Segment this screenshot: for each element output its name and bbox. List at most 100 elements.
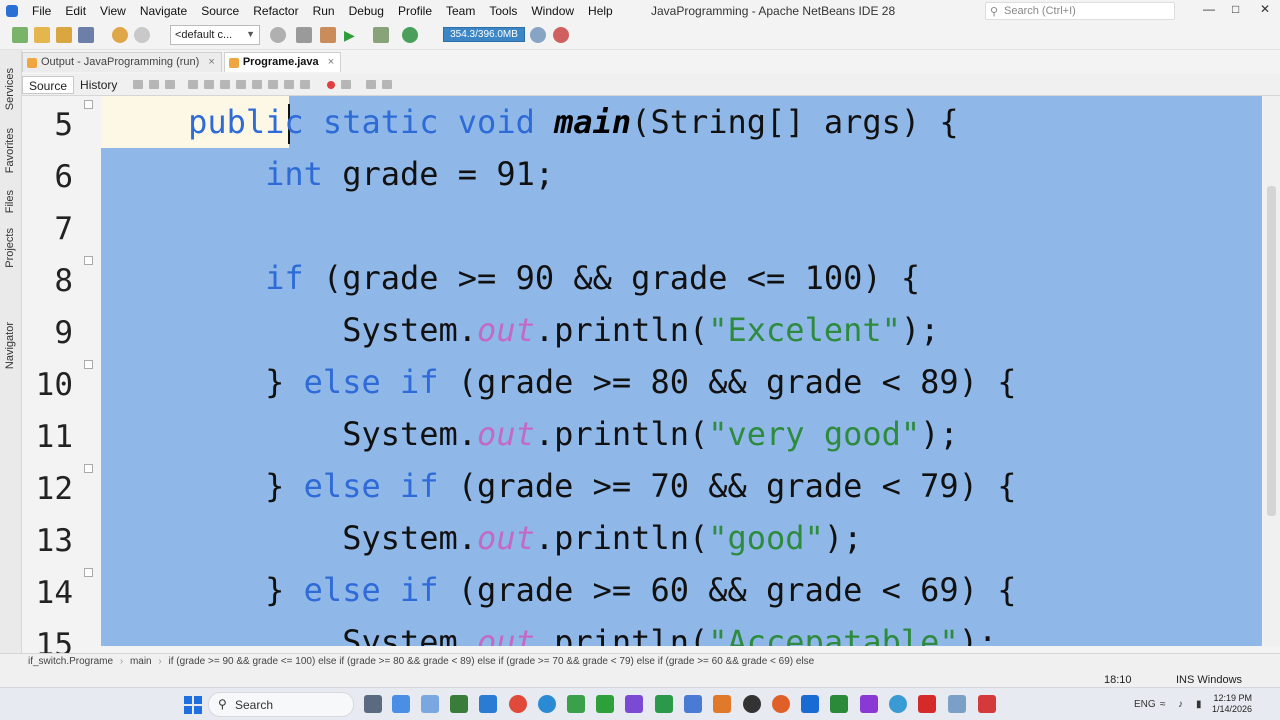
chrome-icon[interactable] xyxy=(509,695,527,713)
pycharm-icon[interactable] xyxy=(450,695,468,713)
back-icon[interactable] xyxy=(149,80,160,89)
menu-help[interactable]: Help xyxy=(582,4,621,18)
breadcrumb-method[interactable]: main xyxy=(130,656,152,667)
edge-icon[interactable] xyxy=(538,695,556,713)
run-icon[interactable]: ▶ xyxy=(344,27,360,43)
scrollbar-thumb[interactable] xyxy=(1267,186,1276,516)
fold-toggle-icon[interactable] xyxy=(84,568,93,577)
last-edit-icon[interactable] xyxy=(133,80,144,89)
wifi-icon[interactable]: ≈ xyxy=(1160,699,1166,710)
maximize-icon[interactable]: □ xyxy=(1232,2,1239,16)
profile-icon[interactable] xyxy=(402,27,418,43)
firefox-icon[interactable] xyxy=(772,695,790,713)
fold-toggle-icon[interactable] xyxy=(84,100,93,109)
undo-icon[interactable] xyxy=(112,27,128,43)
excel-icon[interactable] xyxy=(830,695,848,713)
close-icon[interactable]: × xyxy=(208,56,214,68)
comment-icon[interactable] xyxy=(366,80,377,89)
open-project-icon[interactable] xyxy=(56,27,72,43)
code-line[interactable]: System.out.println("good"); xyxy=(111,512,862,564)
acrobat-icon[interactable] xyxy=(918,695,936,713)
menu-navigate[interactable]: Navigate xyxy=(134,4,195,18)
code-line[interactable]: } else if (grade >= 60 && grade < 69) { xyxy=(111,564,1016,616)
volume-icon[interactable]: ♪ xyxy=(1178,699,1183,710)
code-line[interactable]: } else if (grade >= 70 && grade < 79) { xyxy=(111,460,1016,512)
app-icon[interactable] xyxy=(889,695,907,713)
source-tab-button[interactable]: Source xyxy=(22,75,75,94)
vscode-icon[interactable] xyxy=(479,695,497,713)
menu-refactor[interactable]: Refactor xyxy=(247,4,306,18)
code-line[interactable]: } else if (grade >= 80 && grade < 89) { xyxy=(111,356,1016,408)
app-icon[interactable] xyxy=(860,695,878,713)
code-line[interactable]: int grade = 91; xyxy=(111,148,554,200)
new-project-icon[interactable] xyxy=(34,27,50,43)
code-line[interactable]: if (grade >= 90 && grade <= 100) { xyxy=(111,252,920,304)
fold-toggle-icon[interactable] xyxy=(84,464,93,473)
code-line[interactable]: System.out.println("very good"); xyxy=(111,408,959,460)
search-input[interactable]: ⚲ Search (Ctrl+I) xyxy=(985,2,1175,20)
redo-icon[interactable] xyxy=(134,27,150,43)
forward-icon[interactable] xyxy=(165,80,176,89)
build-icon[interactable] xyxy=(296,27,312,43)
config-gear-icon[interactable] xyxy=(270,27,286,43)
save-all-icon[interactable] xyxy=(78,27,94,43)
config-select[interactable]: <default c... ▼ xyxy=(170,25,260,45)
windows-start-icon[interactable] xyxy=(184,696,202,714)
side-tab-favorites[interactable]: Favorites xyxy=(4,128,16,173)
system-clock[interactable]: 12:19 PM 1/14/2026 xyxy=(1212,693,1252,715)
app-icon[interactable] xyxy=(684,695,702,713)
toggle-bookmark-icon[interactable] xyxy=(268,80,279,89)
taskbar-search[interactable]: ⚲ Search xyxy=(208,692,354,717)
menu-profile[interactable]: Profile xyxy=(392,4,440,18)
close-icon[interactable]: × xyxy=(328,56,334,68)
menu-edit[interactable]: Edit xyxy=(59,4,94,18)
netbeans-taskbar-icon[interactable] xyxy=(948,695,966,713)
stop-icon[interactable] xyxy=(553,27,569,43)
new-file-icon[interactable] xyxy=(12,27,28,43)
find-previous-icon[interactable] xyxy=(188,80,199,89)
github-icon[interactable] xyxy=(743,695,761,713)
side-tab-navigator[interactable]: Navigator xyxy=(4,322,16,369)
menu-view[interactable]: View xyxy=(94,4,134,18)
shift-left-icon[interactable] xyxy=(284,80,295,89)
gc-icon[interactable] xyxy=(530,27,546,43)
shift-right-icon[interactable] xyxy=(300,80,311,89)
code-line[interactable]: public static void main(String[] args) { xyxy=(111,96,959,148)
battery-icon[interactable]: ▮ xyxy=(1196,699,1202,710)
next-bookmark-icon[interactable] xyxy=(252,80,263,89)
task-view-icon[interactable] xyxy=(364,695,382,713)
menu-debug[interactable]: Debug xyxy=(343,4,392,18)
close-window-icon[interactable]: ✕ xyxy=(1260,2,1270,16)
side-tab-services[interactable]: Services xyxy=(4,68,16,110)
history-tab-button[interactable]: History xyxy=(74,76,123,94)
fold-toggle-icon[interactable] xyxy=(84,360,93,369)
clean-build-icon[interactable] xyxy=(320,27,336,43)
app-icon[interactable] xyxy=(713,695,731,713)
menu-run[interactable]: Run xyxy=(307,4,343,18)
fold-toggle-icon[interactable] xyxy=(84,256,93,265)
side-tab-projects[interactable]: Projects xyxy=(4,228,16,268)
menu-file[interactable]: File xyxy=(26,4,59,18)
menu-source[interactable]: Source xyxy=(195,4,247,18)
code-line[interactable]: System.out.println("Accepatable"); xyxy=(111,616,997,646)
copilot-icon[interactable] xyxy=(392,695,410,713)
app-icon[interactable] xyxy=(567,695,585,713)
outlook-icon[interactable] xyxy=(801,695,819,713)
app-icon[interactable] xyxy=(978,695,996,713)
uncomment-icon[interactable] xyxy=(382,80,393,89)
side-tab-files[interactable]: Files xyxy=(4,190,16,213)
memory-indicator[interactable]: 354.3/396.0MB xyxy=(443,27,525,42)
find-next-icon[interactable] xyxy=(204,80,215,89)
app-icon[interactable] xyxy=(596,695,614,713)
toggle-highlight-icon[interactable] xyxy=(220,80,231,89)
start-macro-icon[interactable] xyxy=(327,80,336,89)
breadcrumb-class[interactable]: if_switch.Programe xyxy=(28,656,113,667)
debug-icon[interactable] xyxy=(373,27,389,43)
previous-bookmark-icon[interactable] xyxy=(236,80,247,89)
app-icon[interactable] xyxy=(421,695,439,713)
minimize-icon[interactable]: — xyxy=(1203,2,1215,16)
tab-programe-java[interactable]: Programe.java × xyxy=(223,52,342,72)
app-icon[interactable] xyxy=(655,695,673,713)
menu-team[interactable]: Team xyxy=(440,4,483,18)
code-line[interactable]: System.out.println("Excelent"); xyxy=(111,304,939,356)
